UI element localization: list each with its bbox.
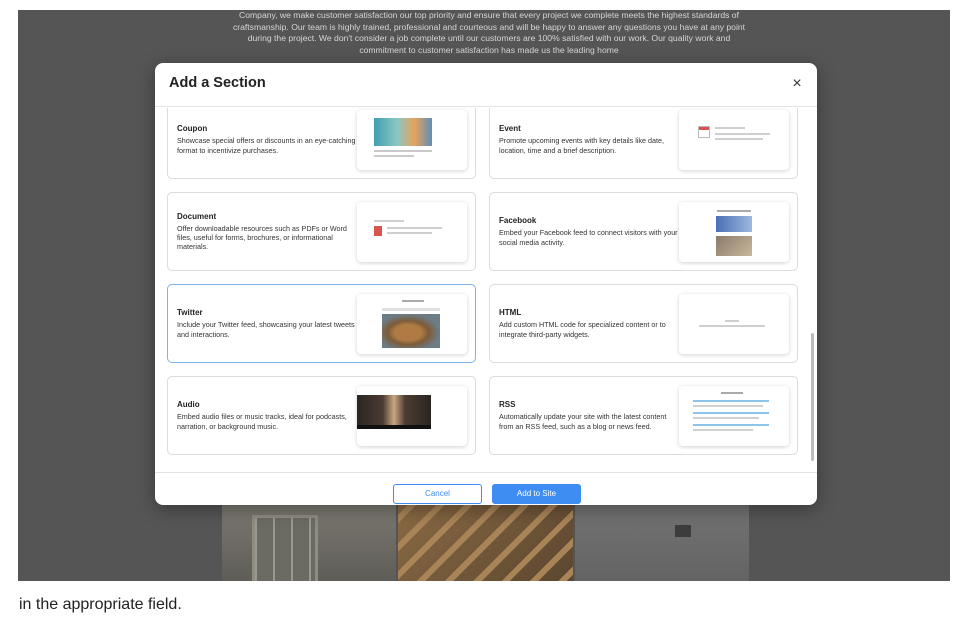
- gallery-image-windows: [222, 505, 397, 581]
- section-title: Document: [177, 211, 217, 221]
- section-card-audio[interactable]: Audio Embed audio files or music tracks,…: [167, 376, 476, 455]
- section-card-twitter[interactable]: Twitter Include your Twitter feed, showc…: [167, 284, 476, 363]
- coupon-preview-thumbnail: [357, 110, 467, 170]
- modal-footer: Cancel Add to Site: [155, 472, 817, 505]
- add-section-modal: Add a Section × Coupon Showcase special …: [155, 63, 817, 505]
- section-description: Automatically update your site with the …: [499, 412, 667, 431]
- section-title: Coupon: [177, 124, 208, 134]
- add-to-site-button[interactable]: Add to Site: [492, 484, 581, 504]
- section-title: HTML: [499, 308, 522, 318]
- section-card-rss[interactable]: RSS Automatically update your site with …: [489, 376, 798, 455]
- section-description: Offer downloadable resources such as PDF…: [177, 223, 347, 252]
- screenshot-frame: Company, we make customer satisfaction o…: [18, 10, 950, 581]
- background-gallery: [222, 505, 749, 581]
- document-preview-thumbnail: [357, 202, 467, 262]
- cancel-button[interactable]: Cancel: [393, 484, 482, 504]
- section-title: RSS: [499, 400, 516, 410]
- close-icon[interactable]: ×: [789, 76, 805, 92]
- facebook-preview-thumbnail: [679, 202, 789, 262]
- section-list-scrollbar[interactable]: [811, 333, 814, 461]
- modal-header: Add a Section ×: [155, 63, 817, 107]
- twitter-preview-thumbnail: [357, 294, 467, 354]
- section-card-document[interactable]: Document Offer downloadable resources su…: [167, 192, 476, 271]
- section-description: Promote upcoming events with key details…: [499, 136, 664, 155]
- section-title: Twitter: [177, 308, 203, 318]
- gallery-image-framing: [398, 505, 573, 581]
- pdf-icon: [374, 226, 382, 236]
- gallery-image-basement: [574, 505, 749, 581]
- section-description: Embed audio files or music tracks, ideal…: [177, 412, 347, 431]
- section-card-facebook[interactable]: Facebook Embed your Facebook feed to con…: [489, 192, 798, 271]
- section-title: Event: [499, 124, 521, 134]
- section-title: Facebook: [499, 216, 537, 226]
- section-description: Add custom HTML code for specialized con…: [499, 320, 666, 339]
- section-description: Include your Twitter feed, showcasing yo…: [177, 320, 355, 339]
- event-preview-thumbnail: [679, 110, 789, 170]
- html-preview-thumbnail: [679, 294, 789, 354]
- section-card-html[interactable]: HTML Add custom HTML code for specialize…: [489, 284, 798, 363]
- section-description: Showcase special offers or discounts in …: [177, 136, 356, 155]
- caption-text: in the appropriate field.: [19, 596, 182, 613]
- player-controls: [357, 425, 431, 429]
- section-title: Audio: [177, 400, 200, 410]
- audio-preview-thumbnail: [357, 386, 467, 446]
- calendar-icon: [698, 126, 710, 138]
- section-list[interactable]: Coupon Showcase special offers or discou…: [155, 108, 817, 462]
- background-paragraph: Company, we make customer satisfaction o…: [232, 10, 746, 55]
- section-description: Embed your Facebook feed to connect visi…: [499, 228, 678, 247]
- rss-preview-thumbnail: [679, 386, 789, 446]
- section-card-event[interactable]: Event Promote upcoming events with key d…: [489, 108, 798, 179]
- modal-title: Add a Section: [169, 75, 266, 91]
- section-card-coupon[interactable]: Coupon Showcase special offers or discou…: [167, 108, 476, 179]
